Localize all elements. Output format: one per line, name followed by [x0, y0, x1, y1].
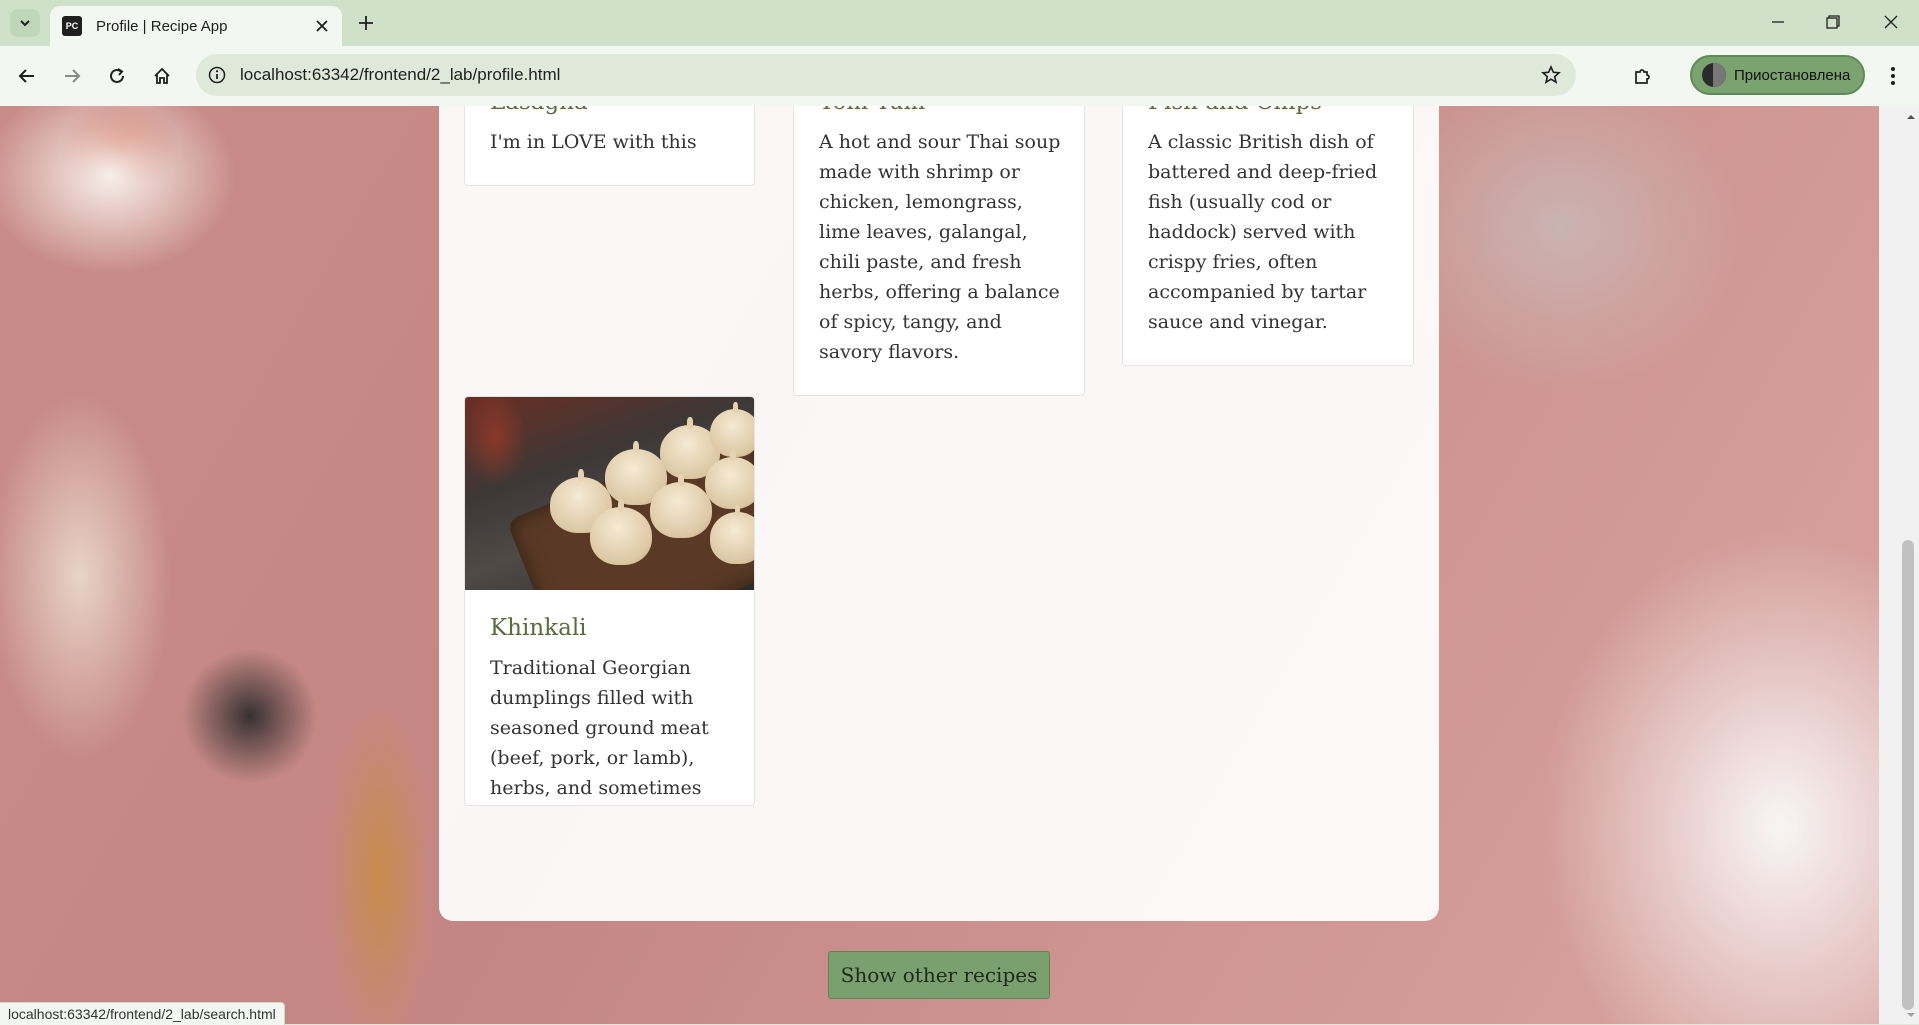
scroll-up-arrow-icon[interactable] [1906, 112, 1916, 122]
home-icon [154, 67, 170, 84]
recipe-title: Tom Yum [819, 106, 925, 115]
recipe-description: Traditional Georgian dumplings filled wi… [490, 657, 709, 799]
site-info-button[interactable] [204, 62, 230, 88]
tab-title: Profile | Recipe App [96, 17, 228, 35]
tab-strip: PC Profile | Recipe App [0, 0, 1919, 46]
chevron-down-icon [20, 20, 30, 27]
pycharm-favicon-icon: PC [62, 16, 82, 36]
arrow-left-icon [18, 69, 34, 83]
star-icon [1541, 65, 1561, 84]
plus-icon [359, 16, 373, 30]
scrollbar-thumb[interactable] [1902, 540, 1914, 1010]
browser-toolbar: localhost:63342/frontend/2_lab/profile.h… [0, 46, 1919, 107]
forward-button[interactable] [57, 61, 87, 91]
recipe-card-tom-yum[interactable]: Tom Yum A hot and sour Thai soup made wi… [793, 106, 1085, 396]
profile-button[interactable]: Приостановлена [1690, 55, 1865, 95]
tab-search-button[interactable] [10, 9, 40, 37]
recipe-title: Lasagna [490, 106, 588, 115]
page-viewport: Lasagna I'm in LOVE with this Tom Yum A … [0, 106, 1879, 1024]
minimize-icon [1772, 21, 1784, 23]
puzzle-icon [1635, 69, 1650, 84]
recipe-card-khinkali[interactable]: Khinkali Traditional Georgian dumplings … [464, 396, 755, 806]
kebab-menu-icon [1891, 67, 1895, 85]
recipe-description: A classic British dish of battered and d… [1148, 131, 1378, 333]
show-other-recipes-button[interactable]: Show other recipes [828, 951, 1050, 999]
info-icon [208, 66, 226, 84]
recipe-description: A hot and sour Thai soup made with shrim… [819, 131, 1061, 363]
reload-icon [110, 68, 124, 83]
close-icon [316, 20, 328, 32]
bookmark-button[interactable] [1536, 60, 1566, 90]
address-bar[interactable]: localhost:63342/frontend/2_lab/profile.h… [196, 54, 1576, 96]
recipe-title: Fish and Chips [1148, 106, 1322, 115]
restore-icon [1826, 15, 1840, 29]
recipe-card-lasagna[interactable]: Lasagna I'm in LOVE with this [464, 106, 755, 186]
tab-close-button[interactable] [312, 16, 332, 36]
reload-button[interactable] [102, 61, 132, 91]
browser-menu-button[interactable] [1878, 61, 1908, 91]
tab-active[interactable]: PC Profile | Recipe App [50, 6, 342, 46]
home-button[interactable] [147, 61, 177, 91]
scroll-down-arrow-icon[interactable] [1906, 1010, 1916, 1020]
url-text[interactable]: localhost:63342/frontend/2_lab/profile.h… [240, 65, 1536, 85]
recipe-card-fish-and-chips[interactable]: Fish and Chips A classic British dish of… [1122, 106, 1414, 366]
extensions-button[interactable] [1628, 61, 1658, 91]
new-tab-button[interactable] [352, 10, 380, 36]
recipe-description: I'm in LOVE with this [490, 131, 697, 153]
khinkali-photo [465, 397, 754, 590]
favorites-panel: Lasagna I'm in LOVE with this Tom Yum A … [439, 106, 1439, 921]
minimize-button[interactable] [1755, 6, 1801, 38]
avatar [1702, 63, 1726, 87]
back-button[interactable] [12, 61, 42, 91]
arrow-right-icon [65, 69, 81, 83]
profile-status-label: Приостановлена [1734, 66, 1851, 84]
close-window-button[interactable] [1868, 6, 1914, 38]
close-icon [1884, 15, 1898, 29]
restore-button[interactable] [1810, 6, 1856, 38]
recipe-title: Khinkali [490, 615, 587, 641]
link-status-bar: localhost:63342/frontend/2_lab/search.ht… [0, 1002, 285, 1025]
